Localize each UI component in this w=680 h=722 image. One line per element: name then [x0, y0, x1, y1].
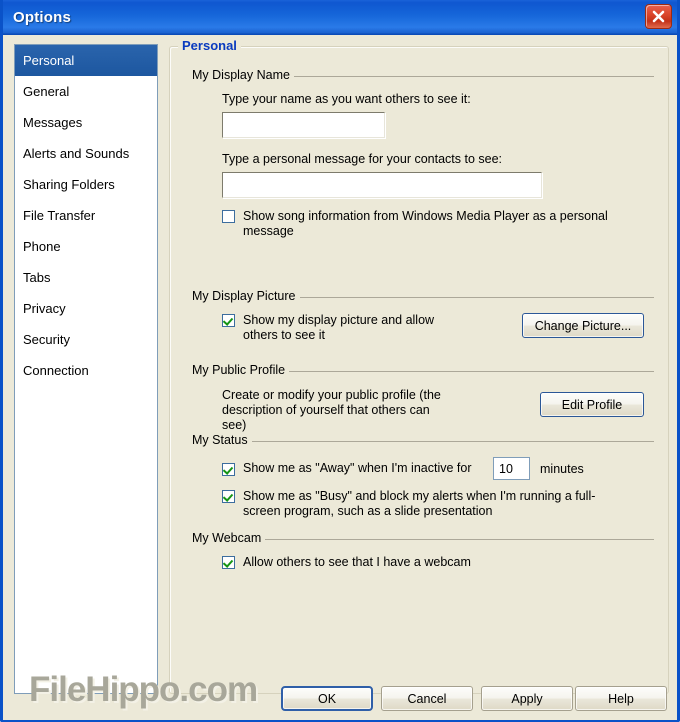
group-body: Show me as "Away" when I'm inactive for … — [192, 457, 654, 519]
sidebar-item-tabs[interactable]: Tabs — [15, 262, 157, 293]
help-button[interactable]: Help — [575, 686, 667, 711]
group-body: Allow others to see that I have a webcam — [192, 555, 654, 570]
sidebar-item-messages[interactable]: Messages — [15, 107, 157, 138]
close-icon[interactable] — [645, 4, 672, 29]
group-my-display-name: My Display Name Type your name as you wa… — [192, 67, 654, 239]
apply-button[interactable]: Apply — [481, 686, 573, 711]
sidebar-item-sharing-folders[interactable]: Sharing Folders — [15, 169, 157, 200]
options-dialog-window: Options Personal General Messages Alerts… — [0, 0, 680, 722]
personal-message-label: Type a personal message for your contact… — [222, 152, 503, 166]
group-body: Type your name as you want others to see… — [192, 92, 654, 239]
group-body: Show my display picture and allow others… — [192, 313, 654, 343]
group-title-public-profile: My Public Profile — [192, 363, 286, 377]
sidebar-item-security[interactable]: Security — [15, 324, 157, 355]
minutes-label: minutes — [540, 461, 584, 476]
sidebar-item-connection[interactable]: Connection — [15, 355, 157, 386]
song-info-checkbox-label: Show song information from Windows Media… — [243, 209, 608, 238]
song-info-checkbox[interactable] — [222, 210, 235, 223]
group-header: My Status — [192, 432, 654, 448]
title-bar: Options — [3, 0, 677, 35]
away-status-checkbox-label: Show me as "Away" when I'm inactive for — [243, 461, 472, 475]
sidebar-item-personal[interactable]: Personal — [15, 45, 157, 76]
page-title: Personal — [178, 38, 241, 53]
group-divider — [251, 440, 654, 442]
display-name-label: Type your name as you want others to see… — [222, 92, 471, 106]
away-status-checkbox[interactable] — [222, 462, 235, 476]
sidebar-item-file-transfer[interactable]: File Transfer — [15, 200, 157, 231]
away-checkbox-row[interactable]: Show me as "Away" when I'm inactive for … — [222, 457, 654, 480]
public-profile-description: Create or modify your public profile (th… — [222, 388, 441, 432]
close-x-glyph — [652, 10, 665, 23]
webcam-checkbox[interactable] — [222, 556, 235, 569]
group-my-status: My Status Show me as "Away" when I'm ina… — [192, 432, 654, 519]
group-my-webcam: My Webcam Allow others to see that I hav… — [192, 530, 654, 570]
dialog-client-area: Personal General Messages Alerts and Sou… — [3, 35, 677, 720]
away-minutes-input[interactable] — [493, 457, 530, 480]
sidebar-item-phone[interactable]: Phone — [15, 231, 157, 262]
change-picture-button[interactable]: Change Picture... — [522, 313, 644, 338]
group-header: My Display Picture — [192, 288, 654, 304]
webcam-checkbox-row[interactable]: Allow others to see that I have a webcam — [222, 555, 654, 570]
group-title-webcam: My Webcam — [192, 531, 262, 545]
group-divider — [293, 75, 654, 77]
group-divider — [299, 296, 654, 298]
group-my-display-picture: My Display Picture Show my display pictu… — [192, 288, 654, 343]
group-title-status: My Status — [192, 433, 248, 447]
personal-settings-panel: Personal My Display Name Type your name … — [169, 38, 669, 694]
group-divider — [265, 538, 654, 540]
busy-status-checkbox[interactable] — [222, 490, 235, 503]
display-name-input[interactable] — [222, 112, 385, 138]
group-divider — [289, 370, 654, 372]
sidebar-item-general[interactable]: General — [15, 76, 157, 107]
sidebar-item-privacy[interactable]: Privacy — [15, 293, 157, 324]
group-body: Create or modify your public profile (th… — [192, 388, 654, 433]
webcam-checkbox-label: Allow others to see that I have a webcam — [243, 555, 471, 569]
group-title-display-name: My Display Name — [192, 68, 290, 82]
group-title-display-picture: My Display Picture — [192, 289, 296, 303]
group-header: My Public Profile — [192, 362, 654, 378]
busy-checkbox-row[interactable]: Show me as "Busy" and block my alerts wh… — [222, 489, 654, 519]
personal-message-input[interactable] — [222, 172, 542, 198]
group-my-public-profile: My Public Profile Create or modify your … — [192, 362, 654, 433]
sidebar-item-alerts-and-sounds[interactable]: Alerts and Sounds — [15, 138, 157, 169]
display-picture-checkbox-label: Show my display picture and allow others… — [243, 313, 435, 342]
ok-button[interactable]: OK — [281, 686, 373, 711]
window-title: Options — [13, 8, 72, 26]
dialog-button-bar: OK Cancel Apply Help — [3, 686, 677, 712]
cancel-button[interactable]: Cancel — [381, 686, 473, 711]
category-listbox[interactable]: Personal General Messages Alerts and Sou… — [14, 44, 158, 694]
edit-profile-button[interactable]: Edit Profile — [540, 392, 644, 417]
song-info-checkbox-row[interactable]: Show song information from Windows Media… — [222, 209, 654, 239]
display-picture-checkbox[interactable] — [222, 314, 235, 327]
busy-status-checkbox-label: Show me as "Busy" and block my alerts wh… — [243, 489, 596, 518]
group-header: My Display Name — [192, 67, 654, 83]
group-header: My Webcam — [192, 530, 654, 546]
